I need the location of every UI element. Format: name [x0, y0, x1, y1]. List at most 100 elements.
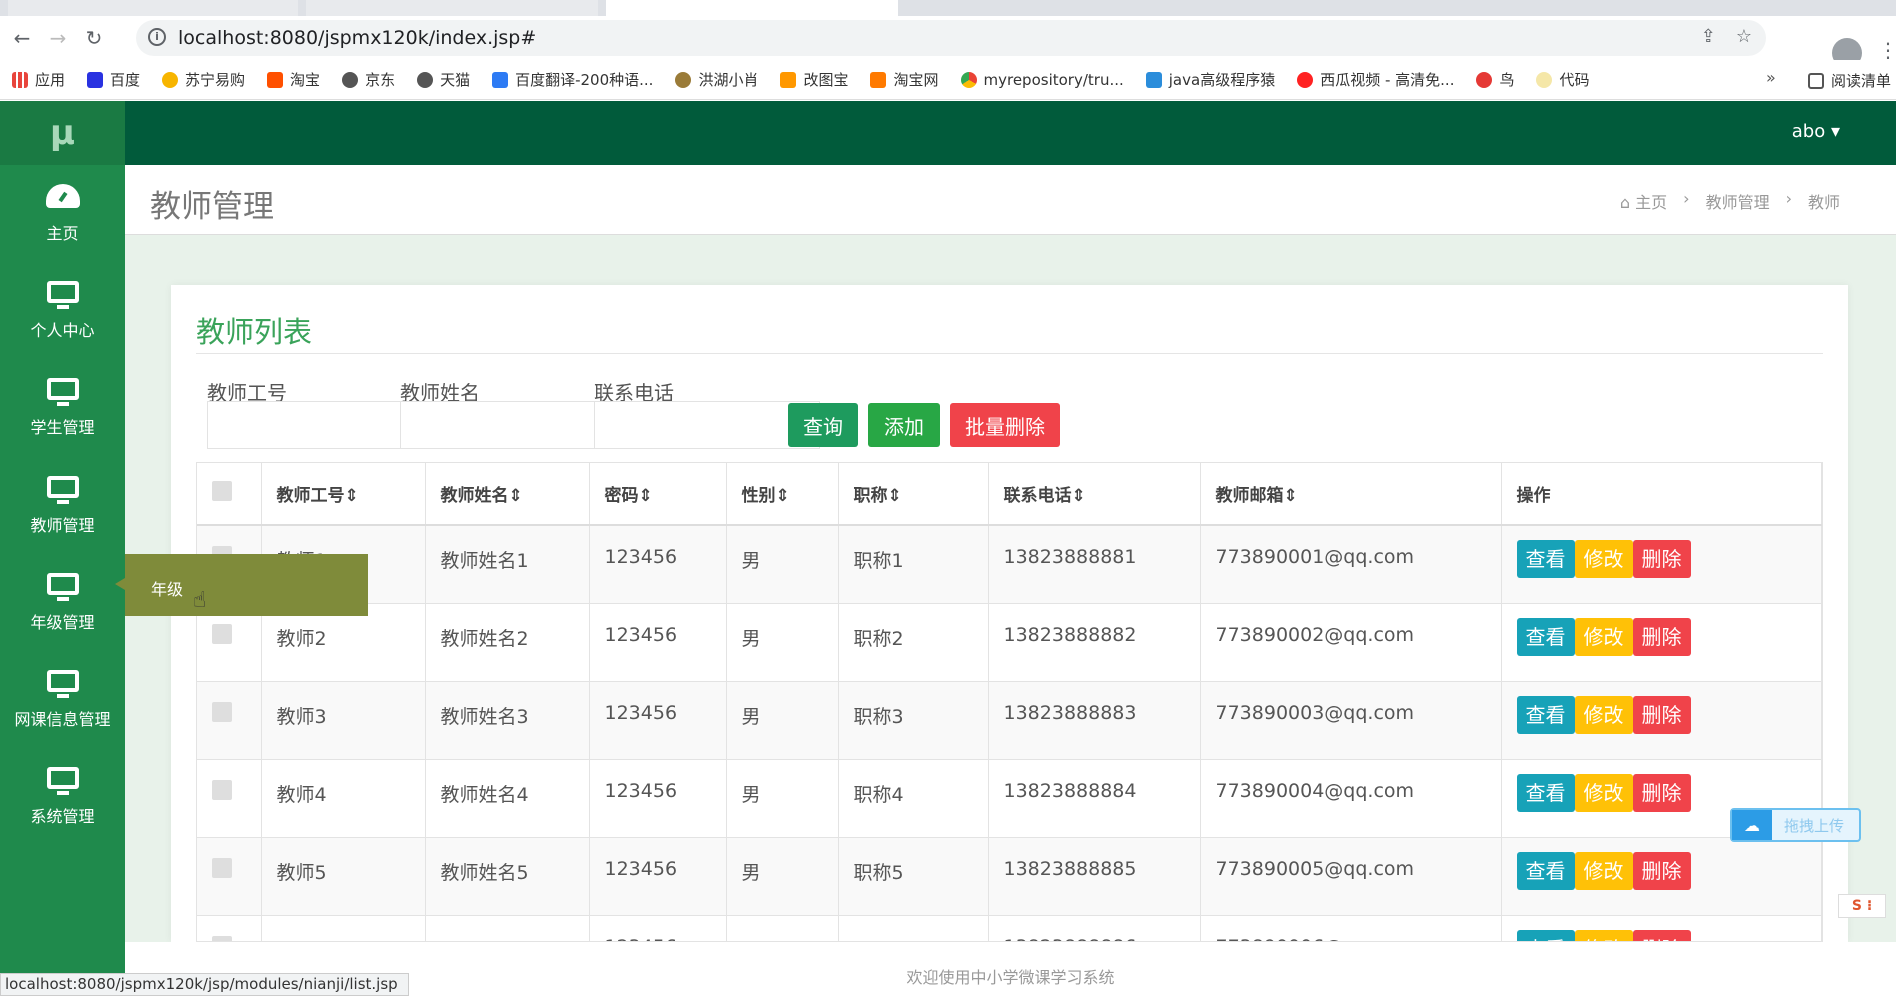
- sidebar-item-home[interactable]: 主页: [0, 165, 125, 262]
- monitor-icon: [46, 378, 79, 407]
- reading-list[interactable]: 阅读清单: [1808, 70, 1891, 91]
- edit-button[interactable]: 修改: [1574, 851, 1633, 890]
- teacher-list-panel: 教师列表 教师工号 教师姓名 联系电话 查询 添加 批量删除 教师工号⇕ 教师姓…: [171, 285, 1848, 942]
- edit-button[interactable]: 修改: [1574, 540, 1633, 578]
- bookmark-item[interactable]: 百度: [87, 69, 140, 90]
- table-cell: 男: [726, 681, 839, 760]
- bookmark-item[interactable]: 京东: [342, 69, 395, 90]
- globe-icon: [342, 71, 359, 88]
- table-cell: 教师姓名2: [425, 603, 590, 682]
- table-cell: 773890005@qq.com: [1200, 837, 1502, 916]
- column-header[interactable]: 职称⇕: [838, 463, 989, 526]
- view-button[interactable]: 查看: [1516, 695, 1575, 734]
- logo: μ: [0, 101, 125, 165]
- sort-icon: ⇕: [887, 486, 902, 506]
- view-button[interactable]: 查看: [1516, 929, 1575, 941]
- sort-icon: ⇕: [1071, 486, 1086, 506]
- browser-tab[interactable]: [8, 0, 298, 16]
- batch-delete-button[interactable]: 批量删除: [950, 403, 1060, 447]
- bookmark-item[interactable]: java高级程序猿: [1145, 69, 1275, 90]
- table-cell: 教师姓名6: [425, 915, 590, 941]
- bird-icon: [675, 71, 692, 88]
- delete-button[interactable]: 删除: [1632, 695, 1691, 734]
- url-input[interactable]: i localhost:8080/jspmx120k/index.jsp# ⇪ …: [136, 20, 1766, 56]
- column-header[interactable]: 教师邮箱⇕: [1200, 463, 1502, 526]
- view-button[interactable]: 查看: [1516, 540, 1575, 578]
- browser-tab-active[interactable]: [606, 0, 898, 16]
- forward-icon[interactable]: →: [40, 20, 76, 56]
- more-bookmarks-icon[interactable]: »: [1766, 68, 1776, 87]
- row-checkbox[interactable]: [212, 701, 232, 722]
- sidebar-tooltip[interactable]: 年级: [125, 554, 368, 616]
- column-header[interactable]: 性别⇕: [726, 463, 839, 526]
- sidebar-item-profile[interactable]: 个人中心: [0, 262, 125, 359]
- column-header[interactable]: 密码⇕: [589, 463, 727, 526]
- delete-button[interactable]: 删除: [1632, 929, 1691, 941]
- view-button[interactable]: 查看: [1516, 773, 1575, 812]
- delete-button[interactable]: 删除: [1632, 540, 1691, 578]
- breadcrumb-item[interactable]: 教师管理: [1706, 189, 1770, 213]
- bookmark-item[interactable]: 天猫: [417, 69, 470, 90]
- drag-upload-widget[interactable]: ☁ 拖拽上传: [1730, 808, 1861, 842]
- bookmark-apps[interactable]: 应用: [12, 69, 65, 90]
- breadcrumb-home[interactable]: ⌂ 主页: [1620, 189, 1667, 213]
- share-icon[interactable]: ⇪: [1701, 26, 1716, 47]
- home-icon: ⌂: [1619, 193, 1631, 212]
- user-menu[interactable]: abo ▾: [1792, 121, 1840, 142]
- view-button[interactable]: 查看: [1516, 617, 1575, 656]
- site-info-icon[interactable]: i: [148, 28, 166, 46]
- table-cell: 123456: [589, 603, 727, 682]
- sidebar-item-courses[interactable]: 网课信息管理: [0, 651, 125, 748]
- back-icon[interactable]: ←: [4, 20, 40, 56]
- sidebar-item-system[interactable]: 系统管理: [0, 749, 125, 846]
- delete-button[interactable]: 删除: [1632, 851, 1691, 890]
- bookmark-item[interactable]: 百度翻译-200种语...: [492, 69, 653, 90]
- bookmark-item[interactable]: 洪湖小肖: [675, 69, 758, 90]
- column-header[interactable]: 教师工号⇕: [261, 463, 426, 526]
- select-all-checkbox[interactable]: [212, 481, 232, 501]
- column-header[interactable]: 教师姓名⇕: [425, 463, 590, 526]
- sort-icon: ⇕: [508, 486, 523, 506]
- bookmark-item[interactable]: 淘宝网: [870, 69, 939, 90]
- bookmark-item[interactable]: 改图宝: [780, 69, 848, 90]
- table-cell: 教师姓名4: [425, 759, 590, 838]
- reload-icon[interactable]: ↻: [76, 20, 112, 56]
- bookmark-item[interactable]: myrepository/tru...: [960, 71, 1124, 89]
- edit-button[interactable]: 修改: [1574, 929, 1633, 941]
- table-cell: 教师3: [261, 681, 426, 760]
- page-header: 教师管理 ⌂ 主页 › 教师管理 › 教师: [125, 165, 1896, 235]
- bookmark-item[interactable]: 苏宁易购: [162, 69, 245, 90]
- edit-button[interactable]: 修改: [1574, 695, 1633, 734]
- ime-toolbar[interactable]: S ⁝: [1838, 894, 1886, 918]
- browser-tab[interactable]: [306, 0, 598, 16]
- table-cell: 13823888883: [988, 681, 1201, 760]
- star-icon[interactable]: ☆: [1736, 26, 1752, 47]
- sidebar-item-teachers[interactable]: 教师管理: [0, 457, 125, 554]
- edit-button[interactable]: 修改: [1574, 773, 1633, 812]
- teacher-name-input[interactable]: [400, 401, 626, 449]
- edit-button[interactable]: 修改: [1574, 617, 1633, 656]
- monitor-icon: [46, 572, 79, 601]
- row-checkbox[interactable]: [212, 623, 232, 644]
- table-cell: 13823888884: [988, 759, 1201, 838]
- row-checkbox[interactable]: [212, 779, 232, 800]
- monitor-icon: [46, 475, 79, 504]
- sidebar-item-grades[interactable]: 年级管理: [0, 554, 125, 651]
- column-header[interactable]: 联系电话⇕: [988, 463, 1201, 526]
- row-checkbox[interactable]: [212, 857, 232, 878]
- bookmark-item[interactable]: 鸟: [1476, 69, 1514, 90]
- table-cell: 13823888882: [988, 603, 1201, 682]
- add-button[interactable]: 添加: [868, 403, 940, 447]
- bookmark-item[interactable]: 淘宝: [267, 69, 320, 90]
- bookmark-item[interactable]: 代码: [1536, 69, 1590, 90]
- phone-input[interactable]: [594, 401, 820, 449]
- query-button[interactable]: 查询: [788, 403, 858, 447]
- sidebar-item-students[interactable]: 学生管理: [0, 360, 125, 457]
- delete-button[interactable]: 删除: [1632, 617, 1691, 656]
- delete-button[interactable]: 删除: [1632, 773, 1691, 812]
- browser-menu-icon[interactable]: ⋮: [1878, 38, 1896, 62]
- row-actions: 查看修改删除: [1501, 837, 1822, 916]
- bookmark-item[interactable]: 西瓜视频 - 高清免...: [1297, 69, 1454, 90]
- table-cell: 123456: [589, 915, 727, 941]
- view-button[interactable]: 查看: [1516, 851, 1575, 890]
